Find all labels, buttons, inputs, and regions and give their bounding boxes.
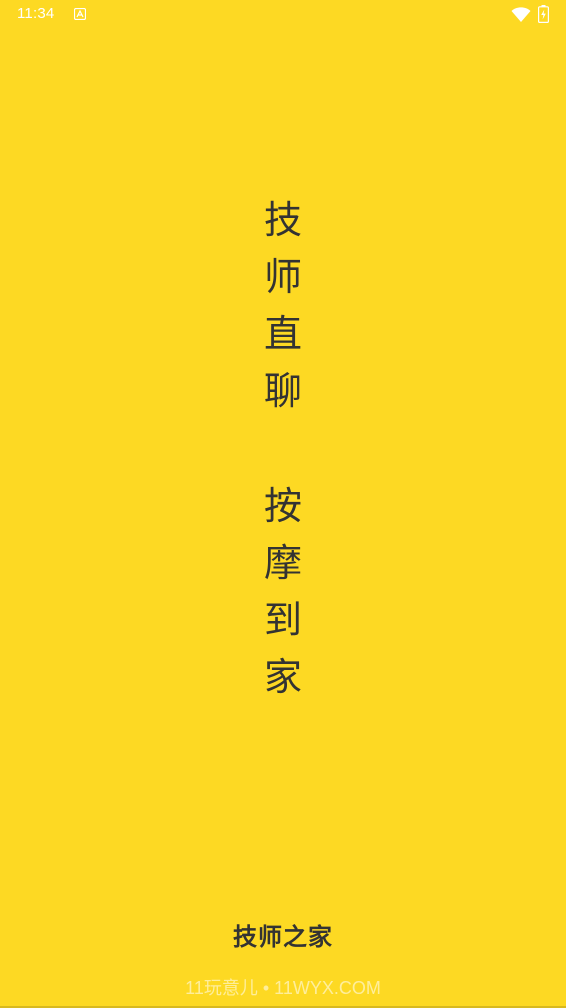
battery-charging-icon (538, 5, 549, 23)
slogan-char: 聊 (263, 369, 302, 413)
wifi-icon (511, 7, 531, 22)
slogan-line-1: 技 师 直 聊 (0, 192, 566, 420)
slogan-char: 按 (263, 484, 302, 528)
slogan-char: 到 (263, 598, 302, 642)
slogan-char: 家 (263, 655, 302, 699)
slogan-char: 师 (263, 255, 302, 299)
status-bar: 11:34 (0, 0, 566, 30)
watermark: 11玩意儿 • 11WYX.COM (185, 978, 381, 998)
slogan-char: 技 (263, 198, 302, 242)
slogan-char: 直 (263, 312, 302, 356)
android-notification-icon (74, 8, 86, 20)
status-time: 11:34 (17, 5, 55, 22)
app-brand-name: 技师之家 (233, 923, 333, 951)
slogan-char: 摩 (263, 541, 302, 585)
slogan-line-2: 按 摩 到 家 (0, 478, 566, 706)
